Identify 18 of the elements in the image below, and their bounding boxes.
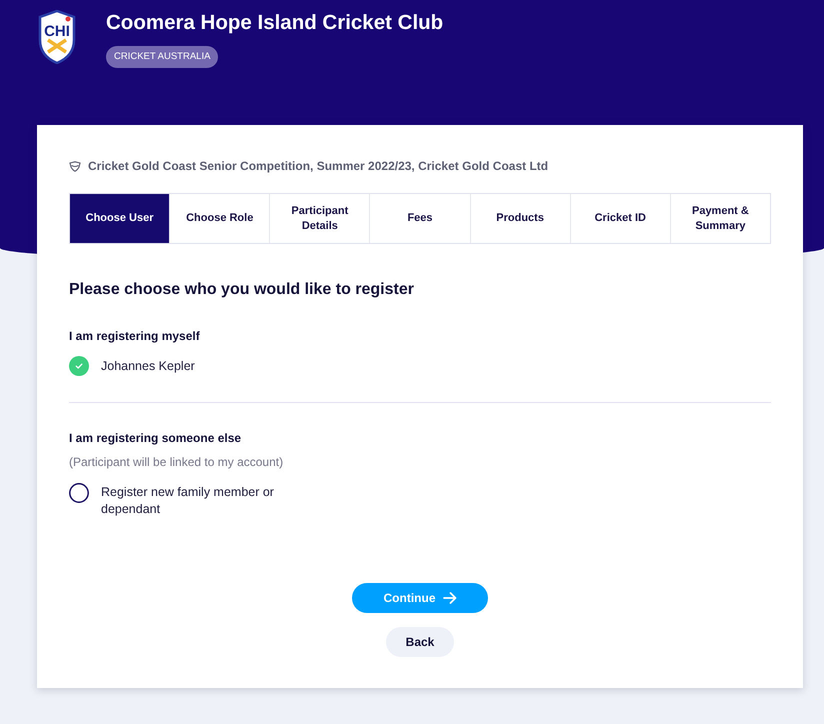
section-note: (Participant will be linked to my account): [69, 454, 284, 470]
section-title: I am registering someone else: [69, 430, 242, 446]
section-title: I am registering myself: [69, 328, 201, 344]
step-tab[interactable]: Choose Role: [169, 194, 270, 243]
club-shield-logo: CHI: [38, 10, 76, 64]
competition-name: Cricket Gold Coast Senior Competition, Summer 2022/23, Cricket Gold Coast Ltd: [88, 159, 548, 173]
step-tab[interactable]: Participant Details: [269, 194, 370, 243]
check-icon[interactable]: [69, 356, 89, 376]
organisation-badge: CRICKET AUSTRALIA: [106, 46, 218, 68]
step-tab[interactable]: Choose User: [70, 194, 170, 243]
shield-icon: [69, 160, 81, 172]
radio-button[interactable]: [69, 483, 89, 503]
page-heading: Please choose who you would like to register: [69, 280, 415, 300]
club-name: Coomera Hope Island Cricket Club: [106, 10, 444, 36]
option-label[interactable]: Johannes Kepler: [101, 358, 195, 374]
back-button[interactable]: Back: [386, 627, 454, 657]
arrow-right-icon: [442, 592, 456, 604]
option-label[interactable]: Register new family member or dependant: [101, 484, 291, 518]
